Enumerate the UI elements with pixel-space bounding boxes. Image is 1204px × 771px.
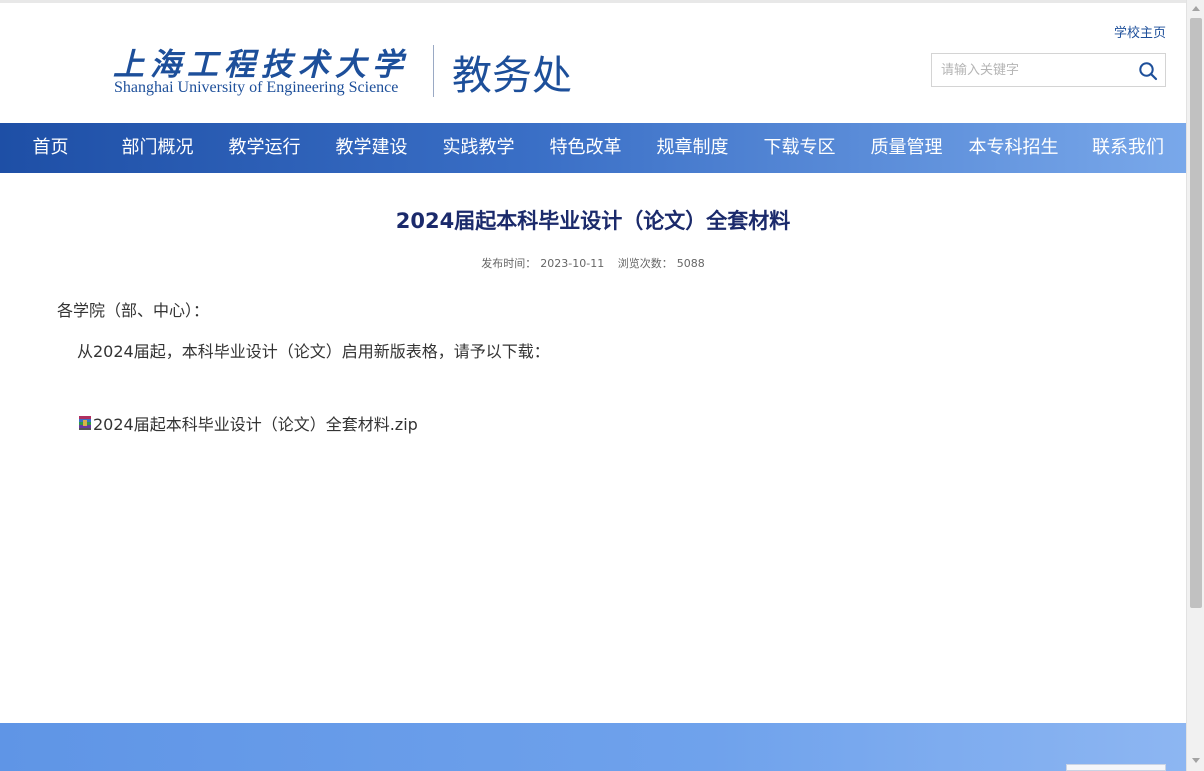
article-meta: 发布时间： 2023-10-11 浏览次数： 5088	[0, 255, 1186, 271]
nav-item-teaching-construction[interactable]: 教学建设	[315, 123, 428, 173]
views-count: 5088	[676, 257, 705, 270]
school-home-link[interactable]: 学校主页	[1098, 22, 1166, 41]
nav-item-regulations[interactable]: 规章制度	[642, 123, 743, 173]
nav-item-about[interactable]: 部门概况	[101, 123, 214, 173]
search-input[interactable]	[932, 54, 1128, 86]
nav-item-downloads[interactable]: 下载专区	[743, 123, 856, 173]
attachment-link[interactable]: 2024届起本科毕业设计（论文）全套材料.zip	[78, 412, 418, 434]
vertical-scrollbar[interactable]	[1186, 0, 1204, 771]
scroll-thumb[interactable]	[1190, 18, 1202, 608]
logo-divider	[433, 45, 434, 97]
main-nav: 首页 部门概况 教学运行 教学建设 实践教学 特色改革 规章制度 下载专区 质量…	[0, 123, 1186, 173]
search-box	[931, 53, 1166, 87]
university-logo[interactable]: 上海工程技术大学 Shanghai University of Engineer…	[113, 39, 413, 103]
publish-date: 2023-10-11	[540, 257, 605, 270]
nav-item-contact[interactable]: 联系我们	[1070, 123, 1186, 173]
department-name: 教务处	[452, 53, 572, 99]
logo-english-name: Shanghai University of Engineering Scien…	[114, 79, 399, 96]
article-body: 从2024届起，本科毕业设计（论文）启用新版表格，请予以下载：	[77, 342, 550, 361]
search-icon[interactable]	[1137, 60, 1159, 82]
attachment-name: 2024届起本科毕业设计（论文）全套材料.zip	[93, 415, 418, 434]
logo-chinese-name: 上海工程技术大学	[113, 47, 409, 83]
nav-item-home[interactable]: 首页	[0, 123, 101, 173]
nav-item-admissions[interactable]: 本专科招生	[957, 123, 1070, 173]
nav-item-teaching-operation[interactable]: 教学运行	[214, 123, 315, 173]
article-greeting: 各学院（部、中心）：	[57, 301, 210, 320]
site-header: 上海工程技术大学 Shanghai University of Engineer…	[0, 3, 1186, 123]
article-title: 2024届起本科毕业设计（论文）全套材料	[395, 209, 791, 233]
scroll-down-icon[interactable]	[1192, 758, 1200, 763]
zip-archive-icon	[78, 415, 92, 431]
publish-label: 发布时间：	[481, 257, 537, 270]
page: 上海工程技术大学 Shanghai University of Engineer…	[0, 0, 1204, 771]
footer-band	[0, 723, 1186, 771]
nav-item-reform[interactable]: 特色改革	[529, 123, 642, 173]
scroll-up-icon[interactable]	[1192, 6, 1200, 11]
views-label: 浏览次数：	[617, 257, 673, 270]
footer-widget	[1066, 764, 1166, 771]
nav-item-quality[interactable]: 质量管理	[856, 123, 957, 173]
nav-item-practice-teaching[interactable]: 实践教学	[428, 123, 529, 173]
